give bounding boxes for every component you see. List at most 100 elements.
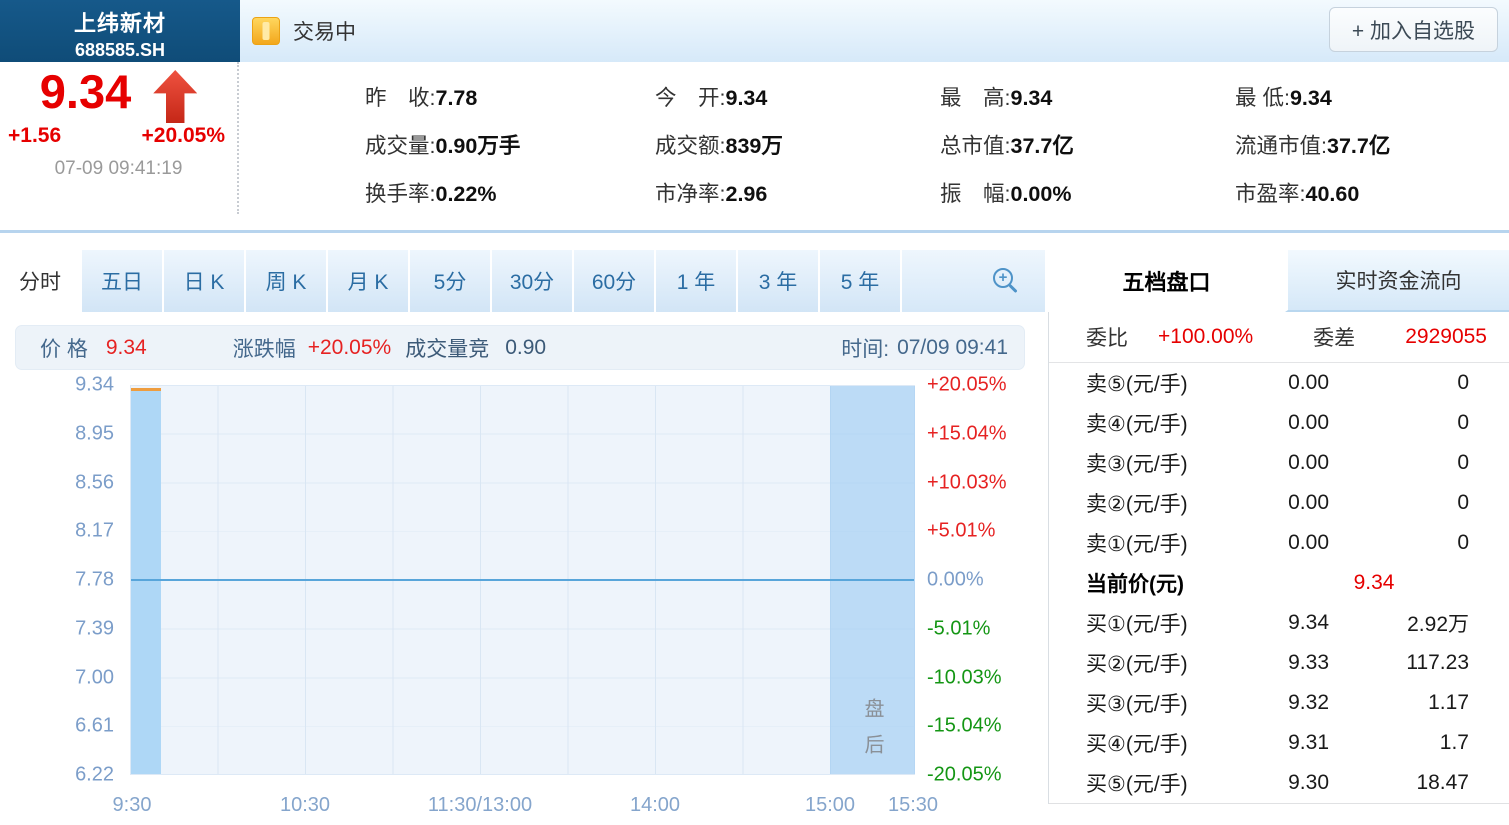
quote-timestamp: 07-09 09:41:19 xyxy=(0,158,237,180)
tab-3year[interactable]: 3 年 xyxy=(738,250,820,312)
price-change: +1.56 xyxy=(8,124,61,148)
pct-tick: -20.05% xyxy=(927,764,1002,787)
quote-stats-grid: 昨 收:7.78 成交量:0.90万手 换手率:0.22% 今 开:9.34 成… xyxy=(365,62,1509,230)
tab-60min[interactable]: 60分 xyxy=(574,250,656,312)
info-volume-value: 0.90 xyxy=(505,336,546,360)
stock-code: 688585.SH xyxy=(0,40,240,61)
stat-float-cap: 流通市值:37.7亿 xyxy=(1235,129,1509,160)
stat-turnover: 成交额:839万 xyxy=(655,129,940,160)
tab-5year[interactable]: 5 年 xyxy=(820,250,902,312)
sell-row-5[interactable]: 卖⑤(元/手) 0.00 0 xyxy=(1049,363,1509,403)
trading-status-icon xyxy=(252,17,280,45)
tab-5day[interactable]: 五日 xyxy=(82,250,164,312)
y-tick: 8.56 xyxy=(75,471,114,494)
tab-five-level-book[interactable]: 五档盘口 xyxy=(1048,250,1285,312)
info-price-label: 价 格 xyxy=(40,333,88,363)
tab-monthly-k[interactable]: 月 K xyxy=(328,250,410,312)
tab-money-flow[interactable]: 实时资金流向 xyxy=(1285,250,1509,312)
tabbar-filler: + xyxy=(902,250,1045,312)
price-block: 9.34 +1.56 +20.05% 07-09 09:41:19 xyxy=(0,62,239,214)
panel-body: 委比 +100.00% 委差 2929055 卖⑤(元/手) 0.00 0 卖④… xyxy=(1048,312,1509,804)
x-axis-time-labels: 9:30 10:30 11:30/13:00 14:00 15:00 15:30 xyxy=(130,794,915,820)
info-price-value: 9.34 xyxy=(106,336,147,360)
price-up-arrow-icon xyxy=(153,70,197,123)
tab-minute[interactable]: 分时 xyxy=(0,250,82,312)
sell-row-2[interactable]: 卖②(元/手) 0.00 0 xyxy=(1049,483,1509,523)
y-tick: 6.22 xyxy=(75,764,114,787)
buy-row-4[interactable]: 买④(元/手) 9.31 1.7 xyxy=(1049,723,1509,763)
buy-row-5[interactable]: 买⑤(元/手) 9.30 18.47 xyxy=(1049,763,1509,803)
stat-turnover-rate: 换手率:0.22% xyxy=(365,177,655,208)
tab-1year[interactable]: 1 年 xyxy=(656,250,738,312)
chart-period-tabbar: 分时 五日 日 K 周 K 月 K 5分 30分 60分 1 年 3 年 5 年… xyxy=(0,250,1045,312)
y-tick: 8.95 xyxy=(75,422,114,445)
y-tick: 7.39 xyxy=(75,617,114,640)
intraday-chart-plot[interactable]: 盘后 xyxy=(130,385,915,775)
info-change-label: 涨跌幅 xyxy=(233,333,296,363)
prev-close-line xyxy=(131,579,914,581)
weibi-label: 委比 xyxy=(1086,322,1128,352)
zoom-in-icon[interactable]: + xyxy=(993,268,1019,294)
pct-tick: -15.04% xyxy=(927,715,1002,738)
tab-weekly-k[interactable]: 周 K xyxy=(246,250,328,312)
pct-tick: +15.04% xyxy=(927,422,1007,445)
commission-ratio-row: 委比 +100.00% 委差 2929055 xyxy=(1049,312,1509,363)
pct-tick: 0.00% xyxy=(927,569,984,592)
weicha-label: 委差 xyxy=(1313,322,1355,352)
y-axis-pct-labels: +20.05% +15.04% +10.03% +5.01% 0.00% -5.… xyxy=(927,385,1037,775)
sell-row-1[interactable]: 卖①(元/手) 0.00 0 xyxy=(1049,523,1509,563)
quote-section: 9.34 +1.56 +20.05% 07-09 09:41:19 昨 收:7.… xyxy=(0,62,1509,233)
y-axis-price-labels: 9.34 8.95 8.56 8.17 7.78 7.39 7.00 6.61 … xyxy=(0,385,114,775)
current-price-row: 当前价(元) 9.34 xyxy=(1049,563,1509,603)
sell-row-3[interactable]: 卖③(元/手) 0.00 0 xyxy=(1049,443,1509,483)
stock-name: 上纬新材 xyxy=(0,6,240,38)
tab-daily-k[interactable]: 日 K xyxy=(164,250,246,312)
panel-tabs: 五档盘口 实时资金流向 xyxy=(1048,250,1509,312)
buy-row-1[interactable]: 买①(元/手) 9.34 2.92万 xyxy=(1049,603,1509,643)
x-tick: 14:00 xyxy=(630,794,680,817)
trading-status: 交易中 xyxy=(252,16,356,46)
price-area-fill xyxy=(131,391,161,774)
y-tick: 8.17 xyxy=(75,520,114,543)
pct-tick: +5.01% xyxy=(927,520,995,543)
stock-quote-page: 上纬新材 688585.SH 交易中 + 加入自选股 9.34 +1.56 +2… xyxy=(0,0,1509,825)
sell-row-4[interactable]: 卖④(元/手) 0.00 0 xyxy=(1049,403,1509,443)
price-line-segment xyxy=(131,388,161,391)
info-volume-label: 成交量竞 xyxy=(405,333,489,363)
stat-volume: 成交量:0.90万手 xyxy=(365,129,655,160)
info-time-label: 时间: xyxy=(841,333,889,363)
buy-row-3[interactable]: 买③(元/手) 9.32 1.17 xyxy=(1049,683,1509,723)
buy-row-2[interactable]: 买②(元/手) 9.33 117.23 xyxy=(1049,643,1509,683)
add-watchlist-button[interactable]: + 加入自选股 xyxy=(1329,7,1498,52)
y-tick: 9.34 xyxy=(75,374,114,397)
stat-high: 最 高:9.34 xyxy=(940,81,1235,112)
top-header: 上纬新材 688585.SH 交易中 + 加入自选股 xyxy=(0,0,1509,62)
y-tick: 7.00 xyxy=(75,666,114,689)
pct-tick: +20.05% xyxy=(927,374,1007,397)
pct-tick: +10.03% xyxy=(927,471,1007,494)
y-tick: 7.78 xyxy=(75,569,114,592)
stock-badge: 上纬新材 688585.SH xyxy=(0,0,240,62)
after-hours-label: 盘后 xyxy=(858,698,887,770)
stat-prev-close: 昨 收:7.78 xyxy=(365,81,655,112)
price-change-pct: +20.05% xyxy=(142,124,226,148)
stat-open: 今 开:9.34 xyxy=(655,81,940,112)
pct-tick: -10.03% xyxy=(927,666,1002,689)
weibi-value: +100.00% xyxy=(1158,325,1253,349)
top-bar: 交易中 + 加入自选股 xyxy=(240,0,1509,63)
info-time-value: 07/09 09:41 xyxy=(897,336,1008,360)
trading-status-label: 交易中 xyxy=(293,16,356,46)
current-price-value: 9.34 xyxy=(1209,571,1469,595)
tab-30min[interactable]: 30分 xyxy=(492,250,574,312)
info-change-value: +20.05% xyxy=(308,336,392,360)
tab-5min[interactable]: 5分 xyxy=(410,250,492,312)
stat-amplitude: 振 幅:0.00% xyxy=(940,177,1235,208)
y-tick: 6.61 xyxy=(75,715,114,738)
pct-tick: -5.01% xyxy=(927,617,990,640)
order-book-panel: 五档盘口 实时资金流向 委比 +100.00% 委差 2929055 卖⑤(元/… xyxy=(1048,250,1509,825)
stat-low: 最 低:9.34 xyxy=(1235,81,1509,112)
weicha-value: 2929055 xyxy=(1405,325,1487,349)
x-tick: 9:30 xyxy=(113,794,152,817)
order-book: 卖⑤(元/手) 0.00 0 卖④(元/手) 0.00 0 卖③(元/手) 0.… xyxy=(1049,363,1509,804)
x-tick: 15:00 xyxy=(805,794,855,817)
